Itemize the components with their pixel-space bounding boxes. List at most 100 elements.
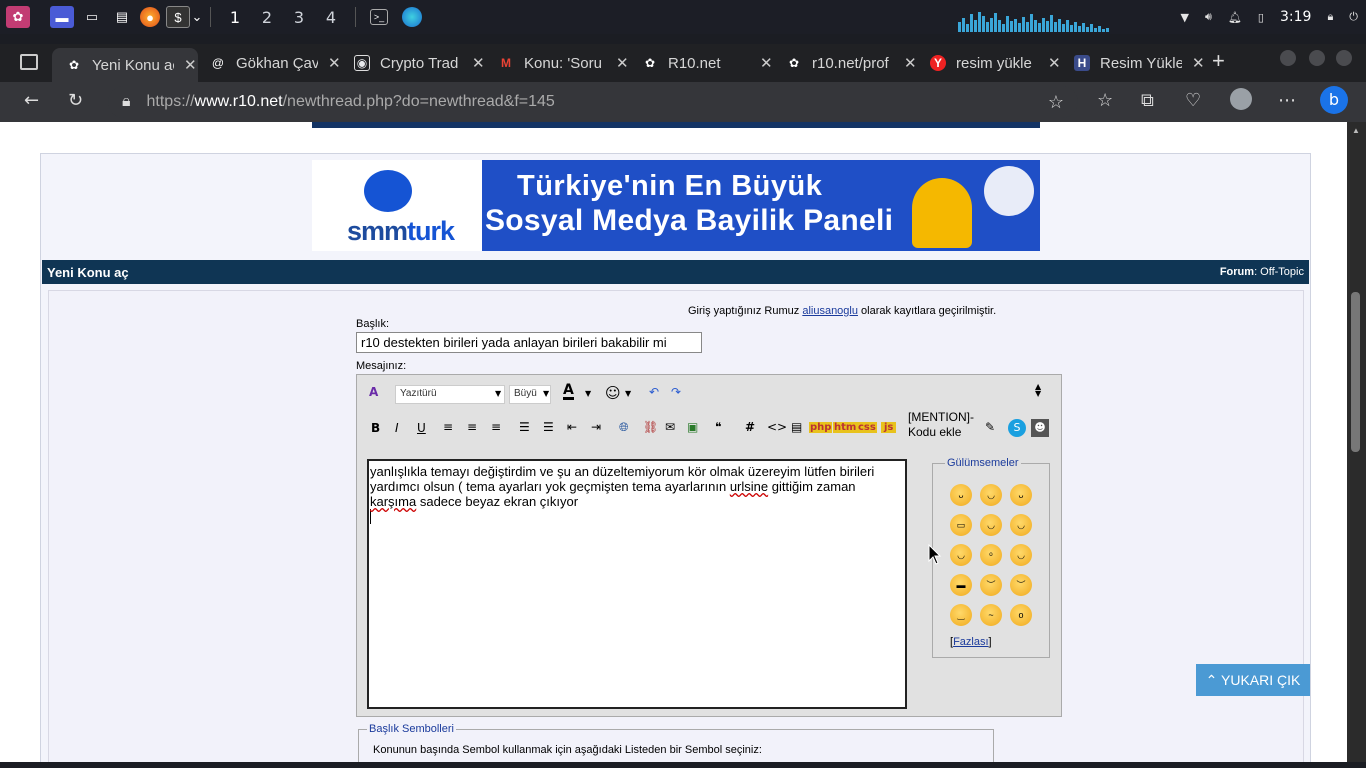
insert-image-icon[interactable]: ▣	[687, 420, 698, 434]
close-icon[interactable]: ✕	[1048, 54, 1061, 72]
firefox-icon[interactable]: ●	[140, 7, 160, 27]
wifi-icon[interactable]: ▼	[1181, 11, 1189, 24]
workspace-4[interactable]: 4	[315, 8, 347, 27]
tab-actions-icon[interactable]	[20, 54, 38, 70]
happy-smiley-icon[interactable]: ◡	[1010, 544, 1032, 566]
smiley-picker-icon[interactable]: ☺	[605, 384, 621, 402]
more-smilies-link[interactable]: Fazlası	[953, 636, 988, 648]
tab-resim-yandex[interactable]: Y resim yükle ✕	[916, 48, 1062, 78]
text-editor-icon[interactable]: ▤	[110, 6, 134, 28]
lock-icon[interactable]: 🔒︎	[122, 93, 131, 111]
smmturk-banner[interactable]: smmturk Türkiye'nin En Büyük Sosyal Medy…	[312, 160, 1040, 251]
battery-icon[interactable]: ▯	[1258, 11, 1264, 24]
tab-gokhan[interactable]: @ Gökhan Çav ✕	[196, 48, 342, 78]
chevron-down-icon[interactable]: ▼	[543, 389, 549, 398]
spoiler-mask-icon[interactable]: ☻	[1031, 419, 1049, 437]
close-icon[interactable]: ✕	[904, 54, 917, 72]
chevron-down-icon[interactable]: ▼	[625, 389, 631, 398]
scrollbar-thumb[interactable]	[1351, 292, 1360, 452]
terminal-icon[interactable]: $	[166, 6, 190, 28]
clock[interactable]: 3:19	[1280, 9, 1311, 25]
underline-icon[interactable]: U	[417, 421, 426, 435]
maximize-button[interactable]	[1309, 50, 1325, 66]
undo-icon[interactable]: ↶	[649, 385, 659, 399]
desktop-icon[interactable]: ▬	[50, 6, 74, 28]
laugh-tears-smiley-icon[interactable]: ᴗ	[1010, 484, 1032, 506]
css-code-button[interactable]: css	[857, 422, 877, 433]
bing-chat-icon[interactable]: b	[1320, 86, 1348, 114]
tab-crypto[interactable]: ◉ Crypto Trad ✕	[340, 48, 486, 78]
address-bar[interactable]: 🔒︎ https://www.r10.net/newthread.php?do=…	[108, 86, 1078, 118]
italic-icon[interactable]: I	[395, 421, 399, 435]
bell-icon[interactable]: 🔔︎	[1228, 11, 1242, 24]
smile-smiley-icon[interactable]: ◡	[980, 484, 1002, 506]
pensive-smiley-icon[interactable]: ︶	[980, 574, 1002, 596]
profile-avatar[interactable]	[1230, 88, 1252, 110]
tab-r10[interactable]: ✿ R10.net ✕	[628, 48, 774, 78]
close-icon[interactable]: ✕	[184, 56, 197, 74]
remove-format-icon[interactable]: A	[369, 385, 378, 399]
close-icon[interactable]: ✕	[616, 54, 629, 72]
kali-menu-icon[interactable]: ✿	[6, 6, 30, 28]
tab-r10-profile[interactable]: ✿ r10.net/prof ✕	[772, 48, 918, 78]
halo-smiley-icon[interactable]: ◡	[1010, 514, 1032, 536]
insert-email-icon[interactable]: ✉	[665, 420, 675, 434]
minimize-button[interactable]	[1280, 50, 1296, 66]
js-code-button[interactable]: js	[881, 422, 897, 433]
grimace-smiley-icon[interactable]: ▭	[950, 514, 972, 536]
blush-smiley-icon[interactable]: ◡	[980, 514, 1002, 536]
close-icon[interactable]: ✕	[328, 54, 341, 72]
indent-icon[interactable]: ⇥	[591, 420, 601, 434]
subject-input[interactable]: r10 destekten birileri yada anlayan biri…	[356, 332, 702, 353]
reload-icon[interactable]: ↻	[68, 90, 83, 111]
ordered-list-icon[interactable]: ☰	[519, 420, 530, 434]
magic-wand-icon[interactable]: ✎	[985, 420, 995, 434]
align-left-icon[interactable]: ≡	[443, 420, 453, 434]
hashtag-icon[interactable]: #	[745, 420, 755, 434]
workspace-1[interactable]: 1	[219, 8, 251, 27]
collections-icon[interactable]: ⧉	[1141, 90, 1154, 111]
chevron-down-icon[interactable]: ⌄	[192, 6, 203, 28]
thinking-smiley-icon[interactable]: ~	[980, 604, 1002, 626]
workspace-3[interactable]: 3	[283, 8, 315, 27]
html-code-button[interactable]: htm	[833, 422, 858, 433]
username-link[interactable]: aliusanoglu	[802, 305, 858, 317]
collapse-toolbar-icon[interactable]: ▲ ▼	[1035, 383, 1041, 398]
terminal-window-icon[interactable]: >_	[370, 9, 388, 25]
html-icon[interactable]: ▤	[791, 420, 802, 434]
edge-window-icon[interactable]	[402, 7, 422, 27]
tab-resim-yukle[interactable]: H Resim Yükle ✕	[1060, 48, 1206, 78]
chevron-down-icon[interactable]: ▼	[495, 389, 501, 398]
insert-link-icon[interactable]: 🌐︎	[619, 420, 629, 435]
scroll-top-button[interactable]: ⌃ YUKARI ÇIK	[1196, 664, 1310, 696]
unlink-icon[interactable]: ⛓	[643, 420, 658, 434]
text-color-icon[interactable]: A	[563, 383, 574, 400]
tab-new-thread[interactable]: ✿ Yeni Konu aç ✕	[52, 48, 198, 82]
scroll-up-icon[interactable]: ▲	[1352, 126, 1360, 135]
code-icon[interactable]: <>	[767, 420, 787, 434]
unordered-list-icon[interactable]: ☰	[543, 420, 554, 434]
close-window-button[interactable]	[1336, 50, 1352, 66]
font-select[interactable]: Yazıtürü	[395, 385, 505, 404]
outdent-icon[interactable]: ⇤	[567, 420, 577, 434]
chevron-down-icon[interactable]: ▼	[585, 389, 591, 398]
tab-gmail[interactable]: M Konu: 'Soru ✕	[484, 48, 630, 78]
bold-icon[interactable]: B	[371, 421, 380, 435]
workspace-2[interactable]: 2	[251, 8, 283, 27]
redo-icon[interactable]: ↷	[671, 385, 681, 399]
performance-icon[interactable]: ♡	[1185, 90, 1201, 111]
new-tab-icon[interactable]: +	[1212, 48, 1225, 74]
power-icon[interactable]: ⏻	[1349, 10, 1358, 24]
align-right-icon[interactable]: ≡	[491, 420, 501, 434]
back-icon[interactable]: ←	[24, 90, 39, 111]
mention-button[interactable]: [MENTION]-Kodu ekle	[908, 410, 984, 440]
close-icon[interactable]: ✕	[1192, 54, 1205, 72]
kiss-smiley-icon[interactable]: ᵒ	[980, 544, 1002, 566]
page-scrollbar[interactable]: ▲	[1347, 122, 1366, 762]
flushed-smiley-icon[interactable]: o	[1010, 604, 1032, 626]
php-code-button[interactable]: php	[809, 422, 833, 433]
close-icon[interactable]: ✕	[472, 54, 485, 72]
file-manager-icon[interactable]: ▭	[80, 6, 104, 28]
more-icon[interactable]: ⋯	[1278, 90, 1296, 111]
favorites-icon[interactable]: ☆	[1097, 90, 1113, 111]
